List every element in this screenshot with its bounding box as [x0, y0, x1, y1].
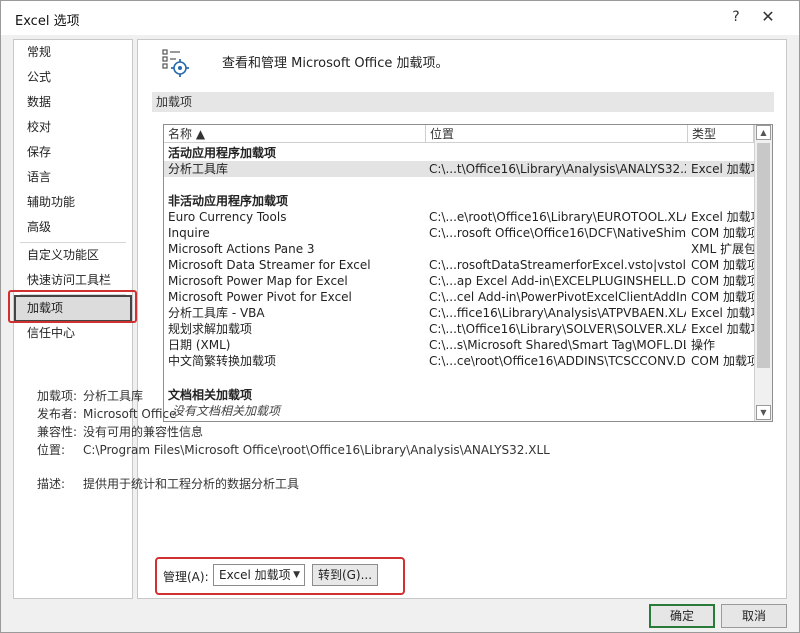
column-header-type[interactable]: 类型: [688, 125, 754, 143]
nav-item-customize-ribbon[interactable]: 自定义功能区: [14, 244, 132, 266]
cancel-button[interactable]: 取消: [721, 604, 787, 628]
detail-label: 描述:: [37, 477, 66, 491]
column-header-location[interactable]: 位置: [426, 125, 688, 143]
manage-label: 管理(A):: [163, 570, 209, 584]
detail-value: 分析工具库: [83, 389, 144, 403]
table-row[interactable]: Microsoft Data Streamer for Excel C:\...…: [164, 257, 754, 273]
nav-item-save[interactable]: 保存: [14, 141, 132, 163]
row-name: Euro Currency Tools: [168, 210, 287, 224]
row-type: Excel 加载项: [691, 210, 754, 224]
row-location: C:\...s\Microsoft Shared\Smart Tag\MOFL.…: [429, 338, 686, 352]
table-row[interactable]: 分析工具库 - VBA C:\...ffice16\Library\Analys…: [164, 305, 754, 321]
row-type: COM 加载项: [691, 226, 754, 240]
ok-button[interactable]: 确定: [649, 604, 715, 628]
manage-dropdown-value: Excel 加载项: [219, 568, 291, 582]
nav-item-trust-center[interactable]: 信任中心: [14, 322, 132, 344]
row-location: C:\...cel Add-in\PowerPivotExcelClientAd…: [429, 290, 686, 304]
row-location: C:\...ap Excel Add-in\EXCELPLUGINSHELL.D…: [429, 274, 686, 288]
row-type: Excel 加载项: [691, 322, 754, 336]
panel-header-text: 查看和管理 Microsoft Office 加载项。: [222, 56, 449, 71]
detail-compatibility: 兼容性: 没有可用的兼容性信息: [37, 423, 637, 441]
row-location: C:\...rosoftDataStreamerforExcel.vsto|vs…: [429, 258, 686, 272]
row-name: 中文简繁转换加载项: [168, 354, 277, 368]
chevron-down-icon: ▼: [293, 570, 300, 580]
table-row[interactable]: 分析工具库 C:\...t\Office16\Library\Analysis\…: [164, 161, 754, 177]
detail-label: 位置:: [37, 443, 66, 457]
detail-publisher: 发布者: Microsoft Office: [37, 405, 637, 423]
detail-addin: 加载项: 分析工具库: [37, 387, 637, 405]
row-name: Inquire: [168, 226, 210, 240]
row-name: Microsoft Actions Pane 3: [168, 242, 315, 256]
row-type: COM 加载项: [691, 354, 754, 368]
table-row[interactable]: 日期 (XML) C:\...s\Microsoft Shared\Smart …: [164, 337, 754, 353]
detail-location: 位置: C:\Program Files\Microsoft Office\ro…: [37, 441, 637, 459]
section-title: 加载项: [152, 92, 774, 112]
addins-list[interactable]: 名称 ▲ 位置 类型 活动应用程序加载项 分析工具库 C:\...t\Offic…: [163, 124, 773, 422]
table-row[interactable]: 规划求解加载项 C:\...t\Office16\Library\SOLVER\…: [164, 321, 754, 337]
detail-label: 发布者:: [37, 407, 78, 421]
row-location: C:\...ffice16\Library\Analysis\ATPVBAEN.…: [429, 306, 686, 320]
excel-options-dialog: Excel 选项 ? ✕ 常规 公式 数据 校对 保存 语言 辅助功能 高级 自…: [0, 0, 800, 633]
table-row[interactable]: Microsoft Power Map for Excel C:\...ap E…: [164, 273, 754, 289]
nav-item-proofing[interactable]: 校对: [14, 116, 132, 138]
list-header: 名称 ▲ 位置 类型: [164, 125, 754, 143]
row-type: XML 扩展包: [691, 242, 754, 256]
nav-divider: [20, 242, 126, 243]
detail-value: 提供用于统计和工程分析的数据分析工具: [83, 477, 300, 491]
row-name: Microsoft Power Pivot for Excel: [168, 290, 352, 304]
detail-value: C:\Program Files\Microsoft Office\root\O…: [83, 443, 550, 457]
row-location: C:\...rosoft Office\Office16\DCF\NativeS…: [429, 226, 686, 240]
row-name: 规划求解加载项: [168, 322, 253, 336]
table-row[interactable]: 中文简繁转换加载项 C:\...ce\root\Office16\ADDINS\…: [164, 353, 754, 369]
row-type: 操作: [691, 338, 716, 352]
row-type: Excel 加载项: [691, 306, 754, 320]
nav-item-formulas[interactable]: 公式: [14, 66, 132, 88]
detail-description: 描述: 提供用于统计和工程分析的数据分析工具: [37, 475, 637, 493]
table-row[interactable]: Euro Currency Tools C:\...e\root\Office1…: [164, 209, 754, 225]
row-type: COM 加载项: [691, 290, 754, 304]
nav-item-accessibility[interactable]: 辅助功能: [14, 191, 132, 213]
nav-item-quick-access-toolbar[interactable]: 快速访问工具栏: [14, 269, 132, 291]
window-title: Excel 选项: [15, 14, 80, 29]
table-row[interactable]: Microsoft Power Pivot for Excel C:\...ce…: [164, 289, 754, 305]
row-location: C:\...ce\root\Office16\ADDINS\TCSCCONV.D…: [429, 354, 686, 368]
group-title-inactive: 非活动应用程序加载项: [168, 194, 289, 208]
scroll-down-icon[interactable]: ▼: [756, 405, 771, 420]
detail-label: 兼容性:: [37, 425, 78, 439]
row-type: COM 加载项: [691, 258, 754, 272]
help-icon[interactable]: ?: [721, 5, 751, 29]
nav-item-language[interactable]: 语言: [14, 166, 132, 188]
row-type: Excel 加载项: [691, 162, 754, 176]
nav-item-advanced[interactable]: 高级: [14, 216, 132, 238]
close-icon[interactable]: ✕: [753, 5, 783, 29]
table-row[interactable]: Inquire C:\...rosoft Office\Office16\DCF…: [164, 225, 754, 241]
row-name: Microsoft Data Streamer for Excel: [168, 258, 371, 272]
addins-gear-icon: [162, 49, 189, 77]
nav-highlight-box: [8, 290, 137, 323]
title-bar: Excel 选项 ? ✕: [1, 1, 799, 35]
row-location: C:\...t\Office16\Library\Analysis\ANALYS…: [429, 162, 686, 176]
table-row[interactable]: Microsoft Actions Pane 3 XML 扩展包: [164, 241, 754, 257]
row-location: C:\...t\Office16\Library\SOLVER\SOLVER.X…: [429, 322, 686, 336]
group-title-active: 活动应用程序加载项: [168, 146, 277, 160]
row-name: Microsoft Power Map for Excel: [168, 274, 348, 288]
scroll-up-icon[interactable]: ▲: [756, 125, 771, 140]
nav-item-general[interactable]: 常规: [14, 41, 132, 63]
row-type: COM 加载项: [691, 274, 754, 288]
goto-button[interactable]: 转到(G)...: [312, 564, 378, 586]
row-name: 分析工具库 - VBA: [168, 306, 265, 320]
addins-panel: 查看和管理 Microsoft Office 加载项。 加载项 名称 ▲ 位置 …: [137, 39, 787, 599]
detail-value: 没有可用的兼容性信息: [83, 425, 204, 439]
nav-item-data[interactable]: 数据: [14, 91, 132, 113]
row-name: 日期 (XML): [168, 338, 231, 352]
list-scrollbar[interactable]: ▲ ▼: [754, 125, 772, 421]
detail-value: Microsoft Office: [83, 407, 177, 421]
detail-label: 加载项:: [37, 389, 78, 403]
column-header-name[interactable]: 名称 ▲: [164, 125, 426, 143]
row-location: C:\...e\root\Office16\Library\EUROTOOL.X…: [429, 210, 686, 224]
manage-dropdown[interactable]: Excel 加载项 ▼: [213, 564, 305, 586]
scroll-thumb[interactable]: [757, 143, 770, 368]
row-name: 分析工具库: [168, 162, 229, 176]
